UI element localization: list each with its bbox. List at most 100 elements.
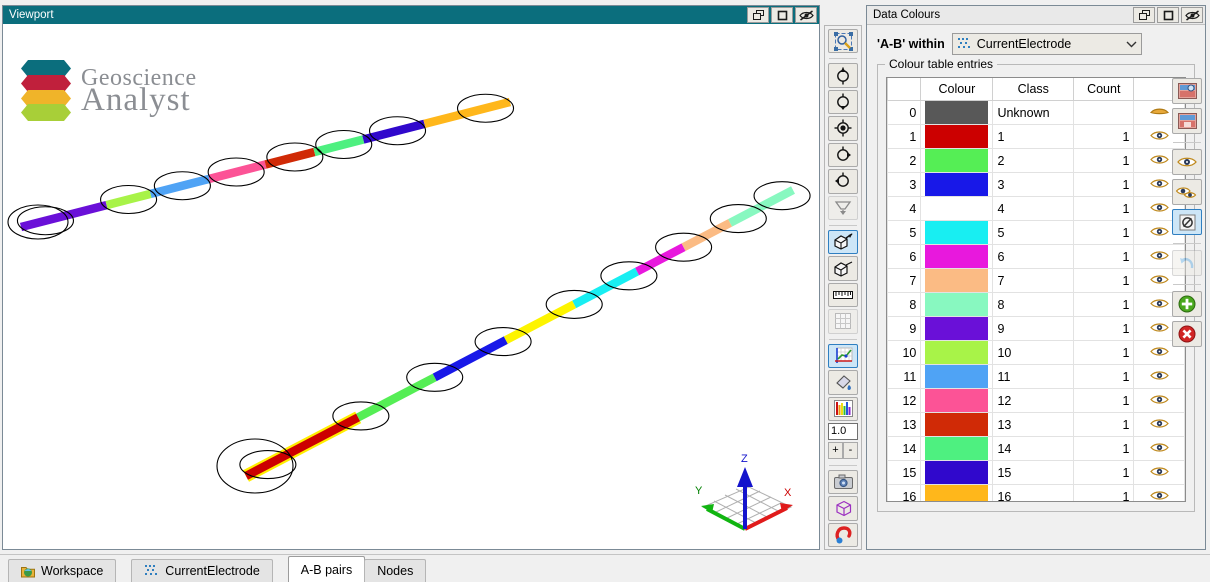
visibility-toggle[interactable] [1133,436,1185,461]
line-segment[interactable] [728,186,795,227]
add-entry-button[interactable] [1172,291,1202,317]
table-row[interactable]: 12 12 1 [887,388,1185,413]
scale-increase-button[interactable]: + [828,441,843,459]
tab-currentelectrode[interactable]: CurrentElectrode [131,559,273,582]
viewport-maximize-button[interactable] [771,7,793,23]
view-top-tool[interactable] [828,116,858,141]
class-name-cell[interactable]: 13 [992,412,1075,437]
line-segment[interactable] [149,174,211,198]
line-segment[interactable] [313,135,365,157]
colour-swatch-cell[interactable] [920,148,994,173]
class-name-cell[interactable]: 14 [992,436,1075,461]
table-row[interactable]: 10 10 1 [887,340,1185,365]
table-row[interactable]: 0 Unknown [887,100,1185,125]
data-restore-button[interactable] [1133,7,1155,23]
class-name-cell[interactable]: 10 [992,340,1075,365]
orthographic-tool[interactable] [828,256,858,281]
colour-swatch[interactable] [925,293,989,316]
line-segment[interactable] [503,300,577,344]
colour-swatch-cell[interactable] [920,172,994,197]
table-row[interactable]: 11 11 1 [887,364,1185,389]
colour-swatch-cell[interactable] [920,364,994,389]
upper-line[interactable] [16,93,515,236]
scale-input[interactable]: 1.0 [828,422,858,440]
perspective-tool[interactable] [828,229,858,255]
within-object-select[interactable]: CurrentElectrode [951,33,1142,55]
table-row[interactable]: 881 [887,292,1185,317]
colour-swatch[interactable] [925,437,989,460]
table-row[interactable]: 111 [887,124,1185,149]
colour-swatch-cell[interactable] [920,124,994,149]
colour-swatch[interactable] [925,221,989,244]
colour-swatch-cell[interactable] [920,484,994,501]
visibility-toggle[interactable] [1133,388,1185,413]
colour-swatch[interactable] [925,341,989,364]
view-front-tool[interactable] [828,63,858,88]
colour-swatch-cell[interactable] [920,316,994,341]
colour-swatch-cell[interactable] [920,436,994,461]
visibility-toggle[interactable] [1133,460,1185,485]
colour-swatch[interactable] [925,365,989,388]
header-count[interactable]: Count [1073,78,1135,101]
view-left-tool[interactable] [828,142,858,168]
class-name-cell[interactable]: 8 [992,292,1075,317]
viewport-restore-button[interactable] [747,7,769,23]
delete-entry-button[interactable] [1172,321,1202,347]
screenshot-tool[interactable] [828,469,858,495]
lower-line[interactable] [239,181,811,482]
tab-nodes[interactable]: Nodes [364,559,427,582]
class-name-cell[interactable]: 9 [992,316,1075,341]
class-name-cell[interactable]: 16 [992,484,1075,501]
table-row[interactable]: 331 [887,172,1185,197]
colour-bar-tool[interactable] [828,396,858,421]
measure-tool[interactable] [828,282,858,308]
class-name-cell[interactable]: 5 [992,220,1075,245]
plot-tool[interactable] [828,343,858,369]
viewport-canvas[interactable]: Geoscience Analyst X Y Z [3,24,819,549]
class-name-cell[interactable]: 7 [992,268,1075,293]
colour-swatch[interactable] [925,461,989,484]
zoom-select-tool[interactable] [828,29,858,54]
colour-swatch-cell[interactable] [920,340,994,365]
line-segment[interactable] [635,243,686,276]
visibility-toggle[interactable] [1133,484,1185,501]
colour-swatch-cell[interactable] [920,244,994,269]
colour-swatch[interactable] [925,389,989,412]
class-name-cell[interactable]: 6 [992,244,1075,269]
paint-tool[interactable] [828,370,858,395]
bounding-box-tool[interactable] [828,496,858,521]
data-maximize-button[interactable] [1157,7,1179,23]
show-selected-button[interactable] [1172,179,1202,205]
line-segment[interactable] [105,189,152,210]
tab-a-b-pairs[interactable]: A-B pairs [287,556,366,582]
table-row[interactable]: 991 [887,316,1185,341]
table-row[interactable]: 771 [887,268,1185,293]
colour-swatch-cell[interactable] [920,100,994,125]
grid-tool[interactable] [828,309,858,334]
show-all-button[interactable] [1172,149,1202,175]
colour-swatch[interactable] [925,413,989,436]
reset-button[interactable] [1172,250,1202,276]
table-row[interactable]: 15 15 1 [887,460,1185,485]
viewport-hide-button[interactable] [795,7,817,23]
table-row[interactable]: 13 13 1 [887,412,1185,437]
colour-swatch[interactable] [925,197,988,220]
colour-swatch-cell[interactable] [920,388,994,413]
view-right-tool[interactable] [828,169,858,194]
magnet-tool[interactable] [828,522,858,548]
header-colour[interactable]: Colour [920,78,994,101]
colour-swatch-cell[interactable] [920,268,994,293]
colour-swatch-cell[interactable] [920,196,994,221]
colour-swatch-cell[interactable] [920,220,994,245]
class-name-cell[interactable]: 12 [992,388,1075,413]
table-row[interactable]: 661 [887,244,1185,269]
table-row[interactable]: 14 14 1 [887,436,1185,461]
colour-swatch[interactable] [925,245,989,268]
colour-swatch[interactable] [925,149,989,172]
view-back-tool[interactable] [828,89,858,115]
line-segment[interactable] [208,160,267,183]
data-hide-button[interactable] [1181,7,1203,23]
class-name-cell[interactable]: 3 [992,172,1075,197]
table-row[interactable]: 441 [887,196,1185,221]
visibility-toggle[interactable] [1133,412,1185,437]
